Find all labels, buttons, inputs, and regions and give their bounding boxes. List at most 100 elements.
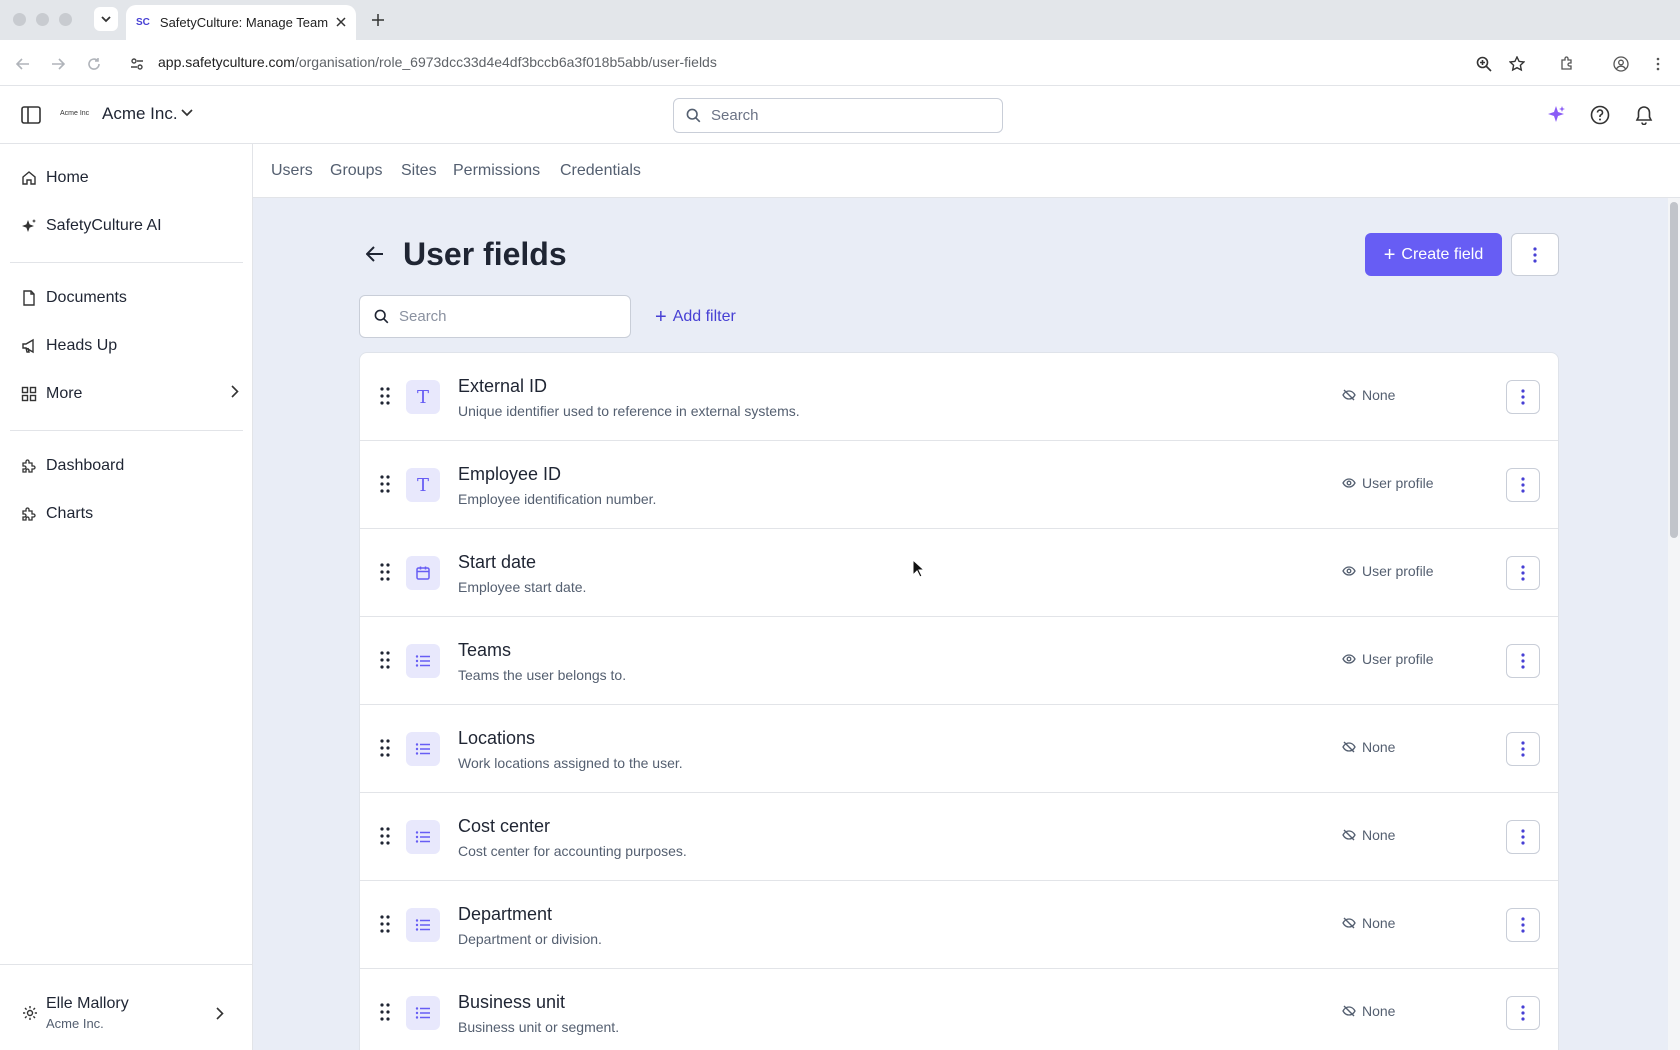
- page-more-options-button[interactable]: [1511, 233, 1559, 276]
- chevron-right-icon: [216, 1007, 224, 1025]
- arrow-left-icon: [16, 58, 29, 70]
- bookmark-star-icon[interactable]: [1507, 54, 1527, 74]
- browser-reload-button[interactable]: [84, 54, 104, 74]
- field-row[interactable]: Start date Employee start date. User profi…: [360, 529, 1558, 617]
- tab-credentials[interactable]: Credentials: [560, 162, 641, 180]
- tab-search-button[interactable]: [94, 7, 118, 31]
- sidebar-toggle-icon[interactable]: [20, 104, 42, 126]
- eye-icon: [1342, 478, 1356, 488]
- sidebar: Home SafetyCulture AI Documents Heads Up…: [0, 144, 253, 1050]
- field-more-options-button[interactable]: [1506, 468, 1540, 502]
- field-more-options-button[interactable]: [1506, 908, 1540, 942]
- field-description: Cost center for accounting purposes.: [458, 843, 687, 859]
- drag-handle-icon[interactable]: [380, 563, 394, 583]
- browser-tab-active[interactable]: SC SafetyCulture: Manage Teams: [126, 5, 356, 40]
- url-host: app.safetyculture.com: [158, 54, 295, 70]
- field-row[interactable]: T Employee ID Employee identification numb…: [360, 441, 1558, 529]
- sidebar-item-label: SafetyCulture AI: [46, 217, 162, 234]
- drag-handle-icon[interactable]: [380, 387, 394, 407]
- field-visibility: None: [1342, 915, 1395, 931]
- field-more-options-button[interactable]: [1506, 380, 1540, 414]
- field-row[interactable]: Department Department or division. None: [360, 881, 1558, 969]
- add-filter-button[interactable]: + Add filter: [655, 307, 736, 327]
- chevron-down-icon[interactable]: [180, 105, 194, 124]
- browser-menu-icon[interactable]: [1648, 54, 1668, 74]
- sidebar-item-more[interactable]: More: [20, 376, 245, 412]
- drag-handle-icon[interactable]: [380, 651, 394, 671]
- eye-off-icon: [1342, 917, 1356, 929]
- field-visibility-label: None: [1362, 915, 1396, 931]
- field-name: Cost center: [458, 816, 551, 836]
- sidebar-item-documents[interactable]: Documents: [20, 280, 245, 316]
- drag-handle-icon[interactable]: [380, 1003, 394, 1023]
- field-more-options-button[interactable]: [1506, 820, 1540, 854]
- address-url[interactable]: app.safetyculture.com/organisation/role_…: [158, 54, 717, 70]
- sidebar-item-home[interactable]: Home: [20, 160, 245, 196]
- field-search-input[interactable]: Search: [359, 295, 631, 338]
- back-button[interactable]: [363, 242, 387, 266]
- help-icon[interactable]: [1589, 104, 1611, 126]
- browser-back-button[interactable]: [13, 54, 33, 74]
- field-visibility-label: User profile: [1362, 651, 1434, 667]
- field-visibility: None: [1342, 827, 1395, 843]
- field-visibility-label: User profile: [1362, 475, 1434, 491]
- user-menu[interactable]: Elle Mallory Acme Inc.: [0, 964, 253, 1050]
- field-description: Business unit or segment.: [458, 1019, 620, 1035]
- field-description: Work locations assigned to the user.: [458, 755, 683, 771]
- field-row[interactable]: Teams Teams the user belongs to. User prof…: [360, 617, 1558, 705]
- drag-handle-icon[interactable]: [380, 475, 394, 495]
- sidebar-item-heads-up[interactable]: Heads Up: [20, 328, 245, 364]
- sparkle-icon: [20, 217, 38, 235]
- notifications-bell-icon[interactable]: [1633, 104, 1655, 126]
- field-visibility: None: [1342, 387, 1395, 403]
- tab-sites[interactable]: Sites: [401, 162, 437, 180]
- tab-permissions[interactable]: Permissions: [453, 162, 540, 180]
- org-switcher[interactable]: Acme Inc.: [102, 104, 178, 124]
- new-tab-button[interactable]: [366, 9, 390, 31]
- ai-sparkle-icon[interactable]: [1545, 104, 1567, 126]
- browser-forward-button[interactable]: [48, 54, 68, 74]
- org-subnav: Users Groups Sites Permissions Credentia…: [253, 144, 1680, 198]
- field-row[interactable]: Locations Work locations assigned to the …: [360, 705, 1558, 793]
- gear-icon: [22, 1005, 38, 1026]
- tab-groups[interactable]: Groups: [330, 162, 382, 180]
- window-minimize-dot[interactable]: [36, 13, 49, 26]
- field-description: Employee start date.: [458, 579, 587, 595]
- extensions-icon[interactable]: [1557, 54, 1577, 74]
- sidebar-item-safetyculture-ai[interactable]: SafetyCulture AI: [20, 208, 245, 244]
- field-row[interactable]: T External ID Unique identifier used to re…: [360, 353, 1558, 441]
- create-field-button[interactable]: + Create field: [1365, 233, 1502, 276]
- plus-icon: +: [1383, 243, 1396, 266]
- mouse-cursor-icon: [912, 558, 926, 584]
- site-settings-icon[interactable]: [127, 54, 147, 74]
- sidebar-item-charts[interactable]: Charts: [20, 496, 245, 532]
- drag-handle-icon[interactable]: [380, 827, 394, 847]
- field-more-options-button[interactable]: [1506, 556, 1540, 590]
- app-header: Acme Inc Acme Inc. Search: [0, 86, 1680, 144]
- global-search-input[interactable]: Search: [673, 98, 1003, 133]
- field-more-options-button[interactable]: [1506, 996, 1540, 1030]
- profile-icon[interactable]: [1611, 54, 1631, 74]
- scrollbar-thumb[interactable]: [1670, 202, 1678, 538]
- field-row[interactable]: Cost center Cost center for accounting pu…: [360, 793, 1558, 881]
- window-zoom-dot[interactable]: [59, 13, 72, 26]
- drag-handle-icon[interactable]: [380, 739, 394, 759]
- sidebar-item-dashboard[interactable]: Dashboard: [20, 448, 245, 484]
- field-more-options-button[interactable]: [1506, 644, 1540, 678]
- close-tab-icon[interactable]: [336, 15, 346, 30]
- field-visibility-label: None: [1362, 827, 1396, 843]
- sidebar-item-label: More: [46, 385, 83, 402]
- field-name: Locations: [458, 728, 536, 748]
- eye-off-icon: [1342, 829, 1356, 841]
- eye-off-icon: [1342, 389, 1356, 401]
- field-row[interactable]: Business unit Business unit or segment. No…: [360, 969, 1558, 1050]
- list-icon: [406, 732, 440, 766]
- chevron-right-icon: [231, 385, 239, 403]
- more-vertical-icon: [1521, 389, 1525, 405]
- drag-handle-icon[interactable]: [380, 915, 394, 935]
- search-icon: [374, 309, 389, 324]
- window-close-dot[interactable]: [13, 13, 26, 26]
- zoom-icon[interactable]: [1474, 54, 1494, 74]
- field-more-options-button[interactable]: [1506, 732, 1540, 766]
- tab-users[interactable]: Users: [271, 162, 313, 180]
